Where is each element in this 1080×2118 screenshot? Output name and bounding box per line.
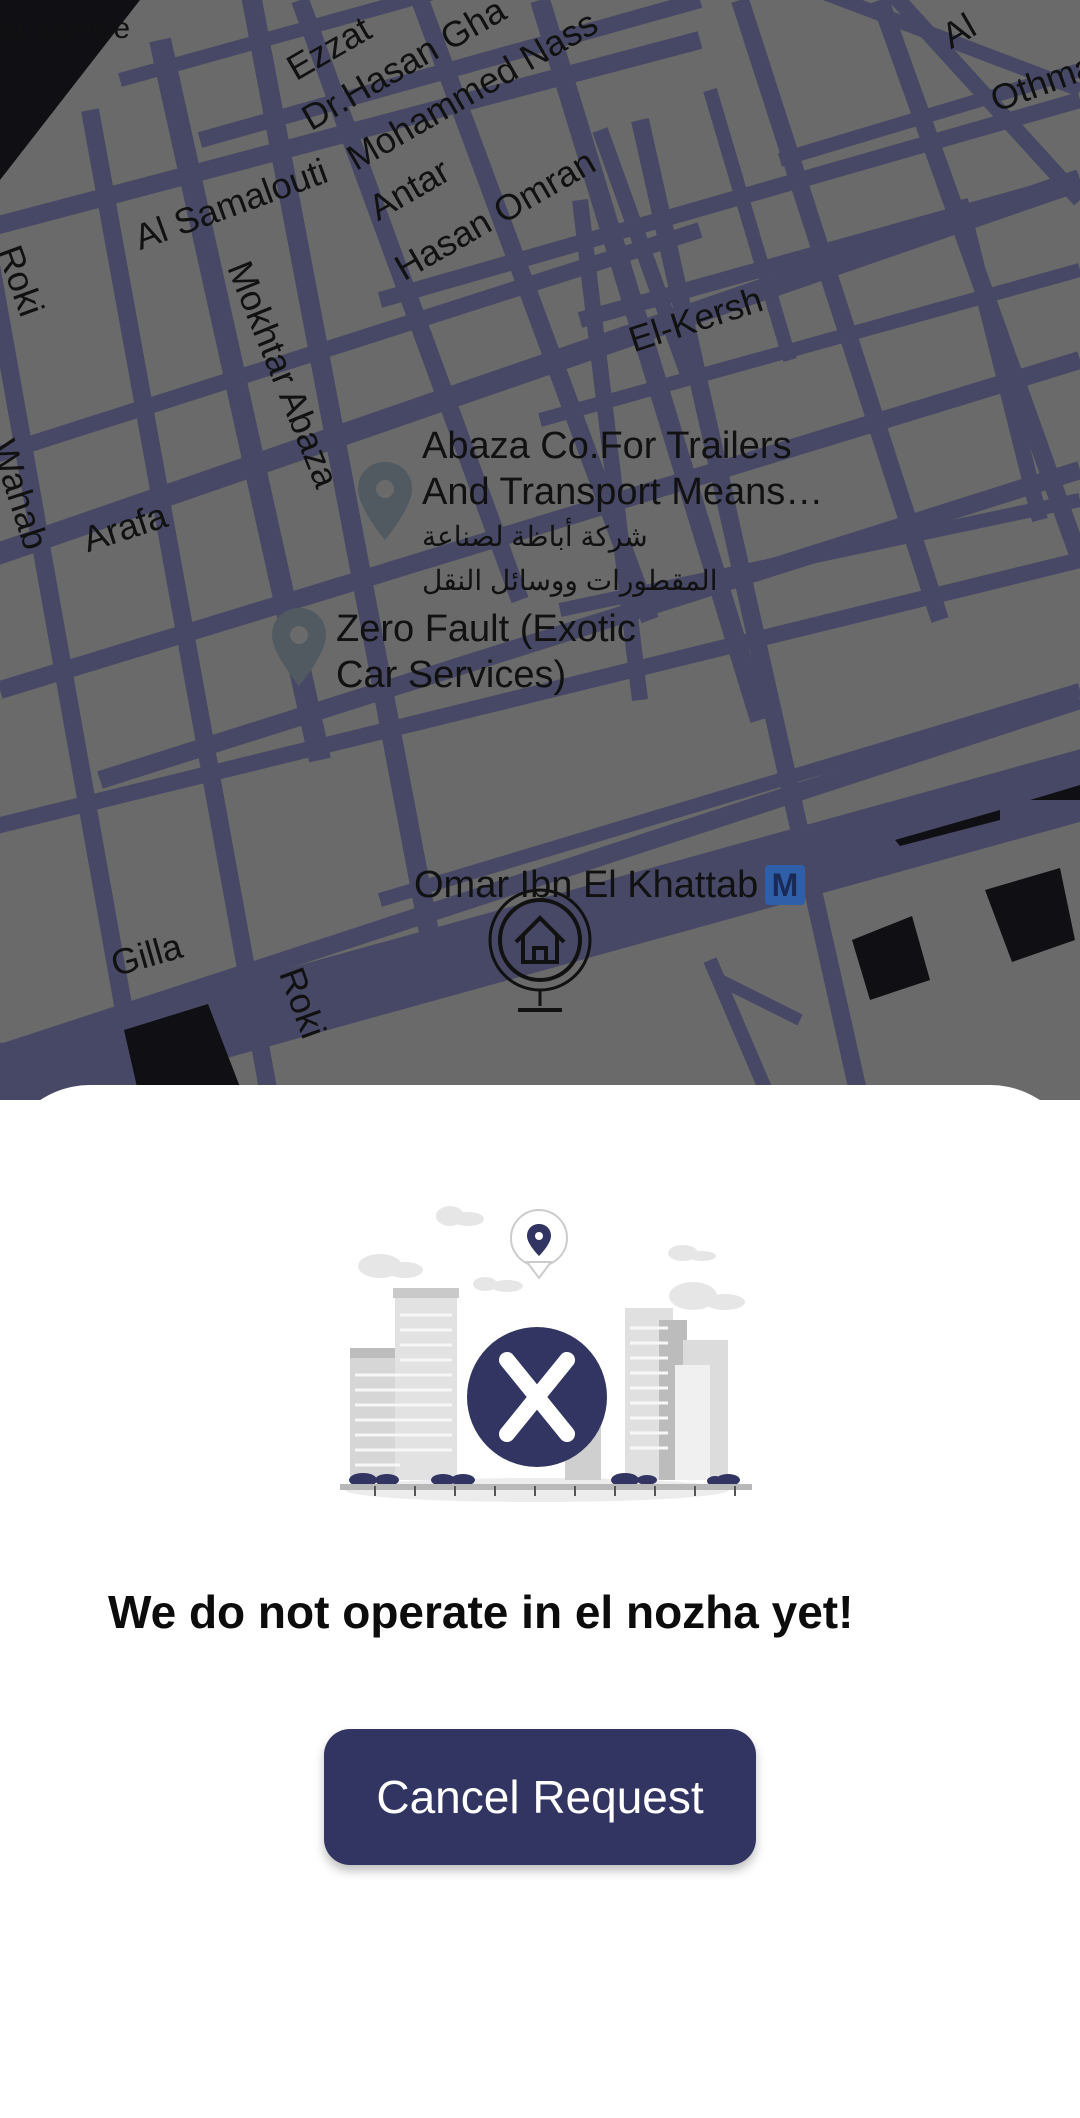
- unavailable-area-message: We do not operate in el nozha yet!: [108, 1586, 854, 1638]
- street-label-corner: ar service: [0, 12, 131, 45]
- city-buildings-x-icon: [335, 1200, 755, 1515]
- poi-abaza-line1: Abaza Co.For Trailers: [422, 425, 792, 467]
- poi-abaza-line2: And Transport Means…: [422, 471, 824, 513]
- cancel-request-button[interactable]: Cancel Request: [324, 1729, 756, 1865]
- poi-zero-fault-name[interactable]: Zero Fault (Exotic Car Services): [336, 606, 636, 698]
- poi-abaza-name[interactable]: Abaza Co.For Trailers And Transport Mean…: [422, 423, 823, 603]
- poi-zero-fault-line2: Car Services): [336, 654, 567, 696]
- poi-zero-fault-line1: Zero Fault (Exotic: [336, 608, 636, 650]
- metro-icon: M: [765, 865, 805, 905]
- map-view[interactable]: ar service Ezzat Dr.Hasan Gha Mohammed N…: [0, 0, 1080, 1100]
- poi-abaza-arabic-line2: المقطورات ووسائل النقل: [422, 565, 718, 596]
- poi-abaza-arabic-line1: شركة أباظة لصناعة: [422, 521, 648, 552]
